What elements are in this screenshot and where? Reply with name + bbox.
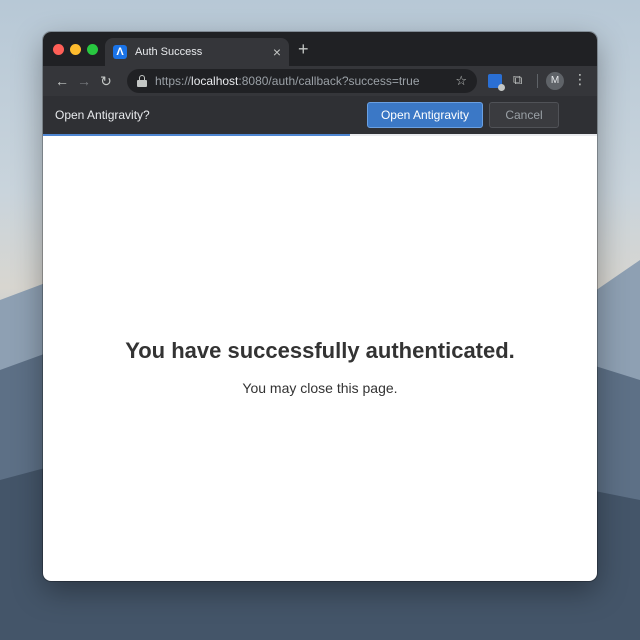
cancel-button[interactable]: Cancel bbox=[489, 102, 559, 128]
minimize-window-button[interactable] bbox=[70, 44, 81, 55]
tab-strip: Λ Auth Success × + bbox=[43, 32, 597, 66]
open-antigravity-button[interactable]: Open Antigravity bbox=[367, 102, 483, 128]
lock-icon[interactable] bbox=[137, 75, 147, 87]
external-protocol-prompt: Open Antigravity? Open Antigravity Cance… bbox=[43, 96, 597, 134]
tab-auth-success[interactable]: Λ Auth Success × bbox=[105, 38, 289, 66]
puzzle-icon[interactable]: ⧉ bbox=[513, 72, 522, 88]
maximize-window-button[interactable] bbox=[87, 44, 98, 55]
browser-window: Λ Auth Success × + ← → ↻ https://localho… bbox=[43, 32, 597, 581]
page-subtext: You may close this page. bbox=[242, 379, 398, 396]
kebab-menu-icon[interactable]: ⋮ bbox=[573, 71, 587, 88]
browser-toolbar: ← → ↻ https://localhost:8080/auth/callba… bbox=[43, 66, 597, 96]
profile-avatar[interactable]: M bbox=[546, 72, 564, 90]
forward-arrow-icon[interactable]: → bbox=[73, 73, 95, 89]
reload-icon[interactable]: ↻ bbox=[95, 73, 117, 90]
window-controls bbox=[53, 44, 98, 55]
url-text[interactable]: https://localhost:8080/auth/callback?suc… bbox=[155, 74, 455, 88]
page-title: You have successfully authenticated. bbox=[125, 337, 515, 363]
close-window-button[interactable] bbox=[53, 44, 64, 55]
tab-title: Auth Success bbox=[135, 46, 203, 58]
prompt-question: Open Antigravity? bbox=[55, 108, 150, 122]
tab-close-icon[interactable]: × bbox=[273, 45, 281, 59]
page-content: You have successfully authenticated. You… bbox=[43, 136, 597, 581]
new-tab-button[interactable]: + bbox=[298, 40, 309, 58]
back-arrow-icon[interactable]: ← bbox=[51, 73, 73, 89]
toolbar-divider bbox=[537, 74, 538, 88]
address-bar[interactable]: https://localhost:8080/auth/callback?suc… bbox=[127, 69, 477, 93]
antigravity-favicon-icon: Λ bbox=[113, 45, 127, 59]
star-icon[interactable]: ☆ bbox=[455, 73, 467, 89]
key-extension-icon[interactable] bbox=[488, 74, 505, 91]
